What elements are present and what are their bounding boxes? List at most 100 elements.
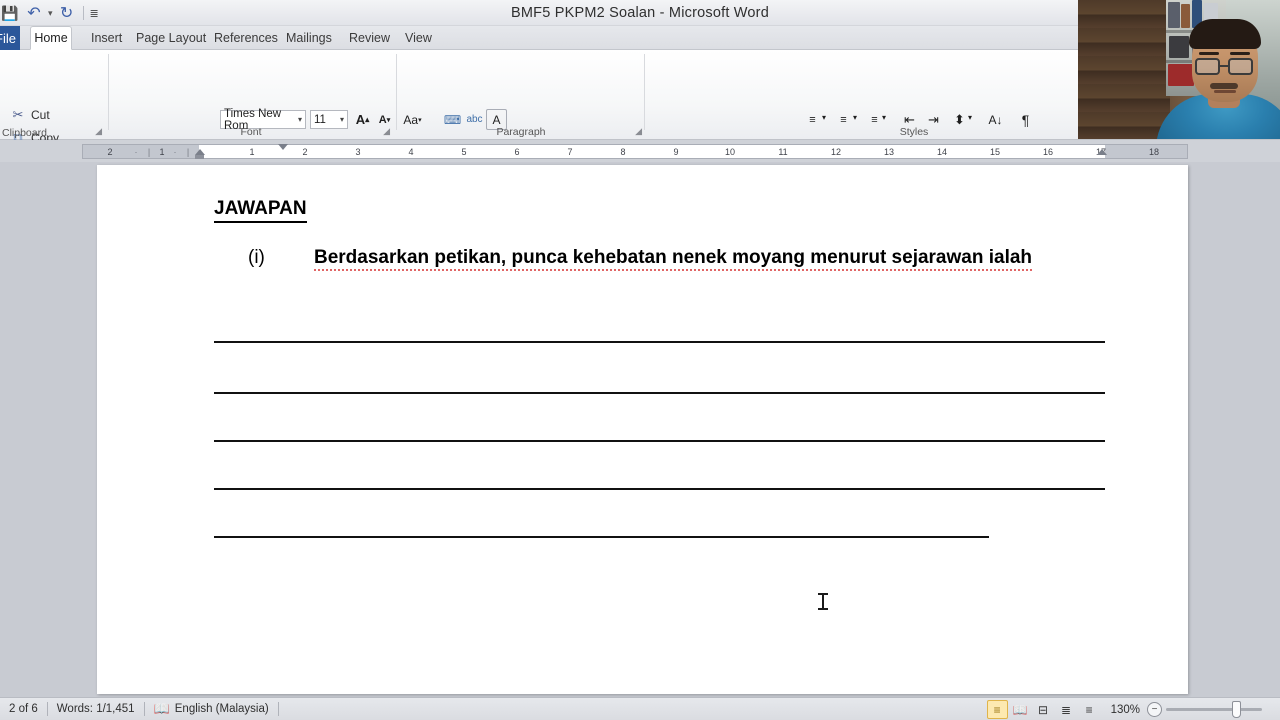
question-text: Berdasarkan petikan, punca kehebatan nen… <box>314 247 1033 271</box>
language-label: English (Malaysia) <box>174 703 269 715</box>
answer-line-4 <box>214 488 1105 490</box>
scissors-icon: ✂ <box>12 107 24 122</box>
draft-view-button[interactable]: ≡ <box>1079 700 1100 719</box>
ruler-number-2: 2 <box>302 147 308 157</box>
horizontal-ruler[interactable]: 2 1 · | · | 1 2 3 4 5 6 7 8 9 10 11 12 1… <box>82 144 1188 159</box>
document-workspace: JAWAPAN (i) Berdasarkan petikan, punca k… <box>0 162 1280 697</box>
zoom-level-label[interactable]: 130% <box>1111 704 1140 716</box>
ruler-number-16: 16 <box>1042 147 1054 157</box>
ruler-number-14: 14 <box>936 147 948 157</box>
person-moustache <box>1210 83 1238 89</box>
zoom-out-button[interactable]: − <box>1147 702 1162 717</box>
first-line-indent-marker[interactable] <box>278 144 288 150</box>
paragraph-dialog-launcher[interactable]: ◢ <box>635 126 642 137</box>
ribbon-group-paragraph: ≡ ▾ ≡ ▾ ≡ ▾ ⇤ ⇥ ⬍ ▾ A↓ ¶ ≡ ≡ ≡ ≡ ≡ ↕≡ ▾ … <box>396 50 1029 161</box>
cut-label: Cut <box>31 108 50 122</box>
ruler-number-13: 13 <box>883 147 895 157</box>
tab-view-label: View <box>405 31 432 45</box>
left-indent-marker[interactable] <box>195 155 204 159</box>
person-glasses-left <box>1195 58 1220 75</box>
ruler-number-8: 8 <box>620 147 626 157</box>
person-mouth <box>1214 90 1236 93</box>
clipboard-group-label: Clipboard <box>2 127 47 139</box>
tab-home-label: Home <box>34 31 68 45</box>
ruler-right-margin <box>1105 145 1187 158</box>
qat-divider <box>82 6 84 20</box>
tab-references-label: References <box>214 31 278 45</box>
tab-mailings-label: Mailings <box>286 31 332 45</box>
person-eyebrow-left <box>1199 52 1219 55</box>
undo-dropdown-caret-icon[interactable]: ▾ <box>48 8 53 19</box>
web-layout-view-button[interactable]: ⊟ <box>1033 700 1054 719</box>
question-number: (i) <box>248 247 265 268</box>
ruler-number-6: 6 <box>514 147 520 157</box>
text-cursor <box>818 593 828 610</box>
answer-line-2 <box>214 392 1105 394</box>
person-glasses-bridge <box>1220 65 1228 67</box>
answer-line-3 <box>214 440 1105 442</box>
ribbon-group-font: Times New Rom ▾ 11 ▾ A▴ A▾ Aa▾ ⌨ abc A B… <box>108 50 507 162</box>
ruler-tick: · <box>134 147 138 157</box>
ruler-number-left-2: 2 <box>107 147 113 157</box>
save-icon[interactable]: 💾 <box>0 3 20 23</box>
tab-review-label: Review <box>349 31 390 45</box>
word-application-window: BMF5 PKPM2 Soalan - Microsoft Word 💾 ↶ ▾… <box>0 0 1280 720</box>
font-dialog-launcher[interactable]: ◢ <box>383 126 390 137</box>
answer-line-5 <box>214 536 989 538</box>
webcam-person <box>1156 18 1280 139</box>
tab-page-layout-label: Page Layout <box>136 31 207 45</box>
document-page[interactable]: JAWAPAN (i) Berdasarkan petikan, punca k… <box>97 165 1188 694</box>
quick-access-toolbar: 💾 ↶ ▾ ↻ ≣ <box>0 2 99 24</box>
ruler-left-margin <box>83 145 199 158</box>
page-indicator[interactable]: 2 of 6 <box>0 698 47 720</box>
answer-line-1 <box>214 341 1105 343</box>
proofing-errors-icon: 📖 <box>153 701 170 716</box>
status-bar-right: ≡ 📖 ⊟ ≣ ≡ 130% − <box>986 698 1280 720</box>
outline-view-button[interactable]: ≣ <box>1056 700 1077 719</box>
word-count-label: Words: 1/1,451 <box>56 703 135 715</box>
customize-qat-caret-icon[interactable]: ≣ <box>90 7 99 20</box>
ruler-number-left-1: 1 <box>159 147 165 157</box>
redo-icon[interactable]: ↻ <box>57 3 77 23</box>
print-layout-view-button[interactable]: ≡ <box>986 700 1008 719</box>
ruler-number-12: 12 <box>830 147 842 157</box>
font-size-caret-icon: ▾ <box>339 115 344 124</box>
ruler-number-18: 18 <box>1148 147 1160 157</box>
webcam-wood-panel <box>1078 0 1170 139</box>
tab-view[interactable]: View <box>394 26 443 50</box>
ruler-number-3: 3 <box>355 147 361 157</box>
tab-review[interactable]: Review <box>338 26 401 50</box>
cut-button[interactable]: ✂ Cut <box>10 107 50 123</box>
ruler-number-10: 10 <box>724 147 736 157</box>
tab-home[interactable]: Home <box>30 26 72 50</box>
full-screen-reading-view-button[interactable]: 📖 <box>1010 700 1031 719</box>
paragraph-group-label: Paragraph <box>496 126 546 138</box>
word-count[interactable]: Words: 1/1,451 <box>48 698 144 720</box>
person-eyebrow-right <box>1230 52 1250 55</box>
zoom-slider-thumb[interactable] <box>1232 701 1241 718</box>
document-heading: JAWAPAN <box>214 198 307 223</box>
right-indent-marker[interactable] <box>1097 149 1107 155</box>
ribbon-group-clipboard: ✂ Cut ⧉ Copy ✒ Format Painter Clipboard … <box>0 50 110 168</box>
ruler-number-1: 1 <box>249 147 255 157</box>
ruler-number-5: 5 <box>461 147 467 157</box>
ruler-number-4: 4 <box>408 147 414 157</box>
tab-file[interactable]: File <box>0 26 20 50</box>
tab-mailings[interactable]: Mailings <box>275 26 343 50</box>
clipboard-dialog-launcher[interactable]: ◢ <box>95 126 102 137</box>
language-indicator[interactable]: 📖 English (Malaysia) <box>145 698 278 720</box>
zoom-slider[interactable] <box>1166 701 1262 718</box>
ruler-tick: | <box>147 147 151 157</box>
page-indicator-label: 2 of 6 <box>9 703 38 715</box>
person-hair <box>1189 19 1261 49</box>
tab-insert-label: Insert <box>91 31 123 45</box>
font-name-caret-icon: ▾ <box>297 115 302 124</box>
font-group-label: Font <box>240 126 262 138</box>
undo-icon[interactable]: ↶ <box>24 3 44 23</box>
status-divider-3 <box>277 702 279 716</box>
ruler-container: 2 1 · | · | 1 2 3 4 5 6 7 8 9 10 11 12 1… <box>0 140 1280 162</box>
ruler-number-11: 11 <box>778 147 788 157</box>
person-glasses-right <box>1228 58 1253 75</box>
ruler-number-9: 9 <box>673 147 679 157</box>
ruler-number-15: 15 <box>989 147 1001 157</box>
